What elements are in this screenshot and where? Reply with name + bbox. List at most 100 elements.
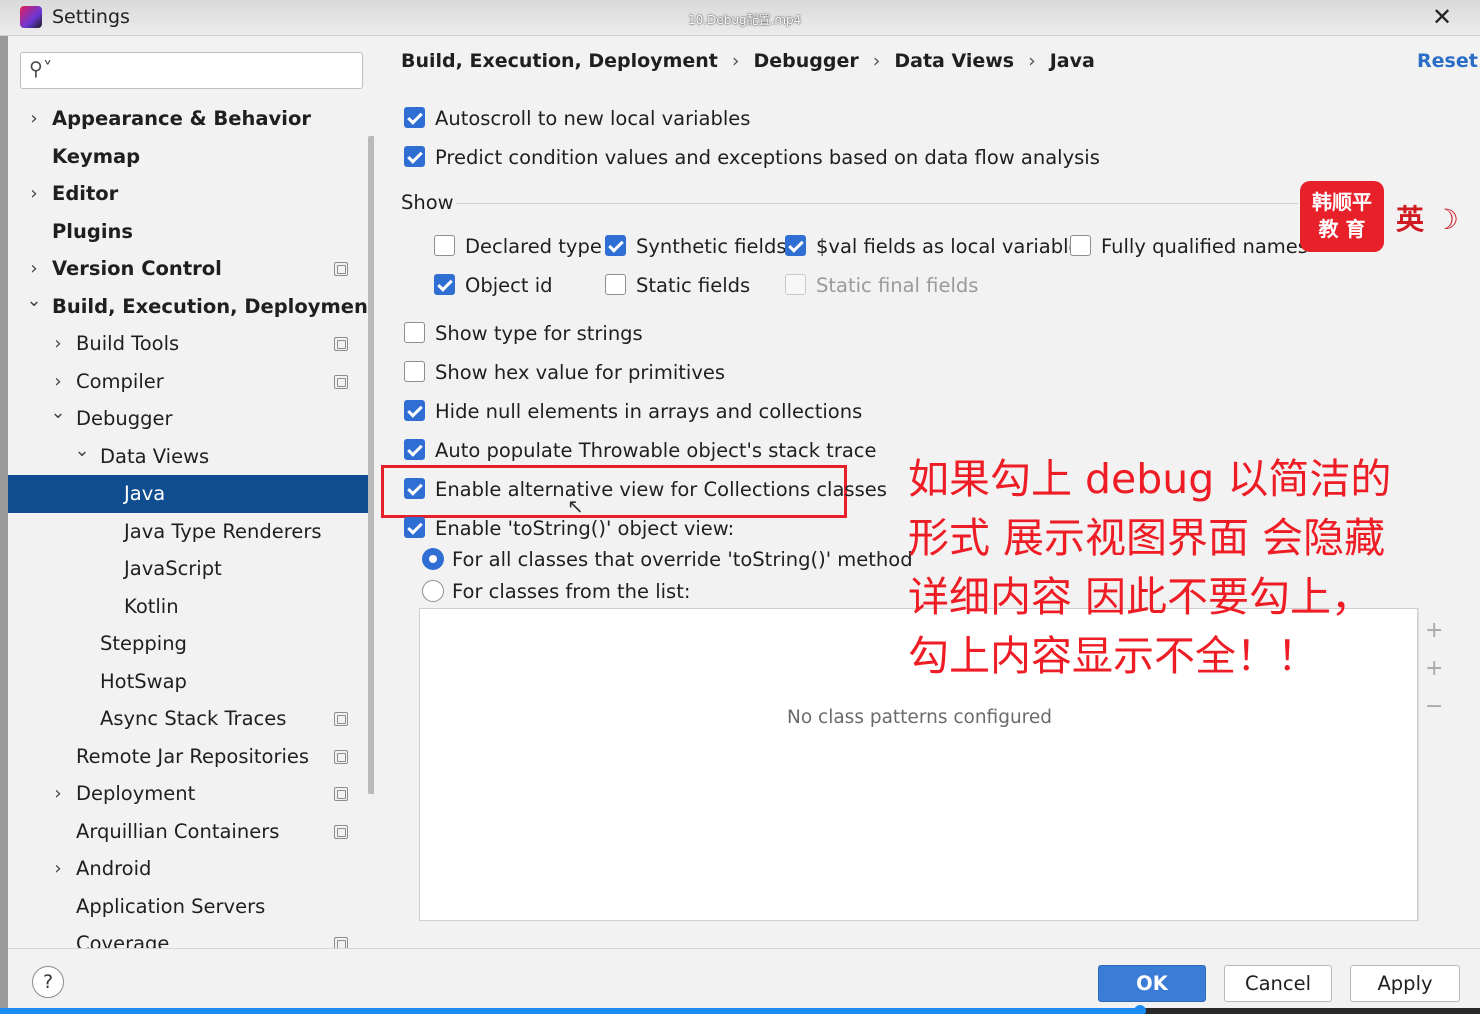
sidebar-item[interactable]: ⌄ Data Views	[8, 438, 374, 476]
hide-null-checkbox[interactable]	[404, 400, 425, 421]
chevron-right-icon[interactable]: ›	[26, 100, 42, 138]
sidebar-item-label: Kotlin	[124, 595, 179, 618]
sidebar-item[interactable]: Plugins	[8, 213, 374, 251]
project-scope-icon	[334, 937, 348, 948]
annotation-line: 勾上内容显示不全！！	[908, 632, 1318, 680]
radio-all-classes-button[interactable]	[422, 547, 444, 570]
sidebar-item[interactable]: JavaScript	[8, 550, 374, 588]
radio-all-classes[interactable]: For all classes that override 'toString(…	[422, 547, 913, 572]
val-fields-label: $val fields as local variables	[816, 235, 1091, 258]
help-button[interactable]: ?	[32, 966, 64, 998]
type-for-strings-checkbox[interactable]	[404, 322, 425, 343]
chevron-down-icon[interactable]: ⌄	[50, 394, 66, 432]
object-id-checkbox[interactable]	[434, 274, 455, 295]
object-id-option[interactable]: Object id	[434, 274, 553, 298]
breadcrumb-separator: ›	[731, 50, 740, 72]
sidebar-item-label: Version Control	[52, 257, 222, 280]
sidebar-item[interactable]: › Build Tools	[8, 325, 374, 363]
val-fields-option[interactable]: $val fields as local variables	[785, 235, 1091, 259]
sidebar-item-label: Editor	[52, 182, 119, 205]
predict-option[interactable]: Predict condition values and exceptions …	[404, 146, 1100, 170]
val-fields-checkbox[interactable]	[785, 235, 806, 256]
sidebar-item[interactable]: Java Type Renderers	[8, 513, 374, 551]
window-title: Settings	[52, 6, 130, 28]
sidebar-item[interactable]: Coverage	[8, 925, 374, 948]
synthetic-fields-label: Synthetic fields	[636, 235, 787, 258]
sidebar-item[interactable]: › Android	[8, 850, 374, 888]
show-section-label: Show	[401, 191, 454, 214]
sidebar-item[interactable]: Stepping	[8, 625, 374, 663]
predict-checkbox[interactable]	[404, 146, 425, 167]
ime-indicator: 英 ☽	[1396, 203, 1459, 236]
sidebar-item[interactable]: Application Servers	[8, 888, 374, 926]
sidebar-item[interactable]: Kotlin	[8, 588, 374, 626]
annotation-line: 如果勾上 debug 以简洁的	[908, 455, 1392, 503]
autoscroll-option[interactable]: Autoscroll to new local variables	[404, 107, 750, 131]
breadcrumb-item[interactable]: Data Views	[894, 50, 1014, 72]
synthetic-fields-checkbox[interactable]	[605, 235, 626, 256]
chevron-down-icon[interactable]: ⌄	[74, 432, 90, 470]
sidebar-item[interactable]: Async Stack Traces	[8, 700, 374, 738]
video-progress-knob[interactable]	[1133, 1005, 1146, 1014]
sidebar-item[interactable]: Arquillian Containers	[8, 813, 374, 851]
static-fields-checkbox[interactable]	[605, 274, 626, 295]
reset-link[interactable]: Reset	[1417, 50, 1478, 72]
hide-null-option[interactable]: Hide null elements in arrays and collect…	[404, 400, 862, 424]
fully-qualified-checkbox[interactable]	[1070, 235, 1091, 256]
breadcrumb-item[interactable]: Debugger	[754, 50, 859, 72]
cancel-button[interactable]: Cancel	[1224, 965, 1332, 1002]
breadcrumb-item[interactable]: Build, Execution, Deployment	[401, 50, 718, 72]
ok-button[interactable]: OK	[1098, 965, 1206, 1002]
hex-value-checkbox[interactable]	[404, 361, 425, 382]
alt-view-option[interactable]: Enable alternative view for Collections …	[404, 478, 887, 502]
sidebar-item[interactable]: Java	[8, 475, 374, 513]
hex-value-label: Show hex value for primitives	[435, 361, 726, 384]
chevron-right-icon[interactable]: ›	[50, 775, 66, 813]
synthetic-fields-option[interactable]: Synthetic fields	[605, 235, 787, 259]
declared-type-option[interactable]: Declared type	[434, 235, 602, 259]
sidebar-item[interactable]: › Deployment	[8, 775, 374, 813]
project-scope-icon	[334, 712, 348, 726]
radio-list-classes[interactable]: For classes from the list:	[422, 579, 690, 604]
intellij-logo-icon	[20, 6, 42, 28]
hex-value-option[interactable]: Show hex value for primitives	[404, 361, 725, 385]
search-input[interactable]: ⚲˅	[20, 52, 363, 89]
autoscroll-checkbox[interactable]	[404, 107, 425, 128]
breadcrumb-item: Java	[1049, 50, 1095, 72]
tostring-view-option[interactable]: Enable 'toString()' object view:	[404, 517, 734, 541]
auto-populate-checkbox[interactable]	[404, 439, 425, 460]
radio-list-classes-button[interactable]	[422, 579, 444, 602]
remove-icon[interactable]: −	[1425, 694, 1443, 719]
chevron-right-icon[interactable]: ›	[26, 175, 42, 213]
fully-qualified-option[interactable]: Fully qualified names	[1070, 235, 1308, 259]
close-icon[interactable]: ✕	[1432, 3, 1452, 31]
auto-populate-option[interactable]: Auto populate Throwable object's stack t…	[404, 439, 877, 463]
sidebar-item[interactable]: Keymap	[8, 138, 374, 176]
sidebar-item-label: Plugins	[52, 220, 133, 243]
sidebar-item[interactable]: › Version Control	[8, 250, 374, 288]
sidebar-item[interactable]: › Editor	[8, 175, 374, 213]
apply-button[interactable]: Apply	[1350, 965, 1460, 1002]
hide-null-label: Hide null elements in arrays and collect…	[435, 400, 863, 423]
sidebar-item[interactable]: ⌄ Build, Execution, Deployment	[8, 288, 374, 326]
chevron-down-icon[interactable]: ⌄	[26, 282, 42, 320]
sidebar-item-label: Deployment	[76, 782, 196, 805]
video-progress-bar[interactable]	[0, 1005, 1480, 1014]
chevron-right-icon[interactable]: ›	[50, 850, 66, 888]
sidebar-item[interactable]: ⌄ Debugger	[8, 400, 374, 438]
sidebar-item-label: Async Stack Traces	[100, 707, 287, 730]
alt-view-checkbox[interactable]	[404, 478, 425, 499]
static-fields-option[interactable]: Static fields	[605, 274, 750, 298]
sidebar-item[interactable]: HotSwap	[8, 663, 374, 701]
sidebar-item[interactable]: Remote Jar Repositories	[8, 738, 374, 776]
project-scope-icon	[334, 787, 348, 801]
sidebar-item[interactable]: › Appearance & Behavior	[8, 100, 374, 138]
breadcrumb: Build, Execution, Deployment › Debugger › Da…	[401, 50, 1095, 72]
sidebar-item-label: HotSwap	[100, 670, 187, 693]
tostring-view-checkbox[interactable]	[404, 517, 425, 538]
video-title: 10.Debug配置.mp4	[688, 13, 802, 27]
dialog-footer: ? OK Cancel Apply	[8, 948, 1480, 1014]
chevron-right-icon[interactable]: ›	[50, 325, 66, 363]
type-for-strings-option[interactable]: Show type for strings	[404, 322, 643, 346]
declared-type-checkbox[interactable]	[434, 235, 455, 256]
